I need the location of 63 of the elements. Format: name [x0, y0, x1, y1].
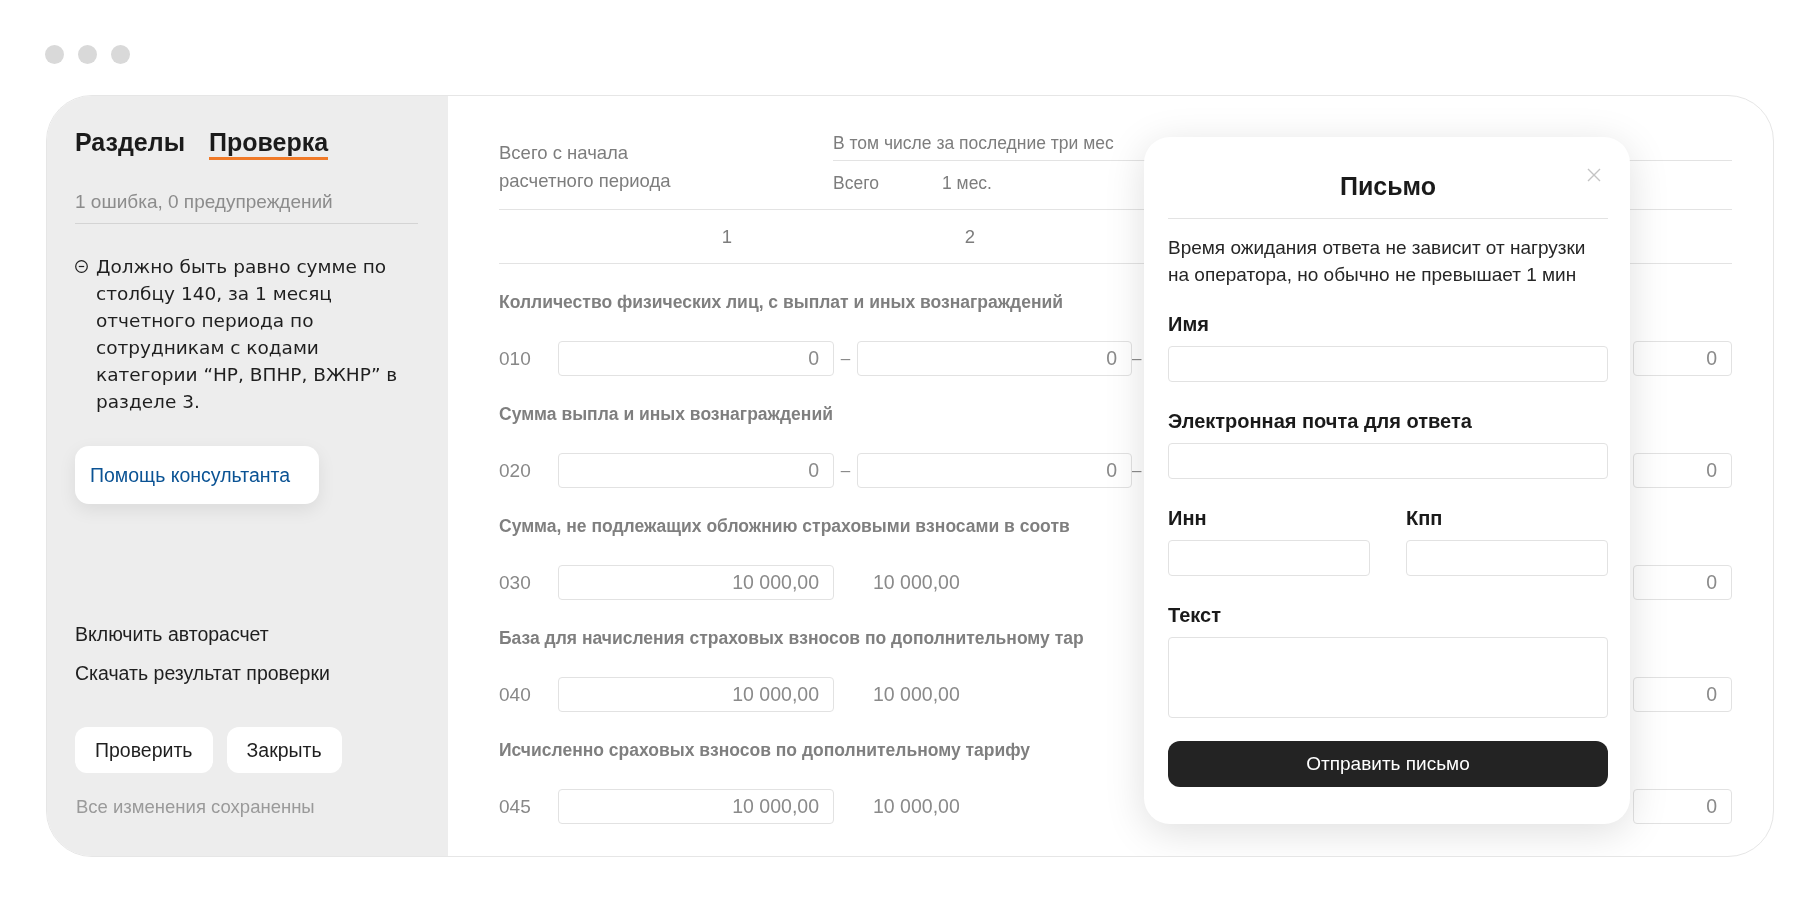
number-field[interactable]: 0 [1633, 789, 1732, 824]
number-field[interactable]: 10 000,00 [558, 789, 834, 824]
action-link[interactable]: Включить авторасчет [75, 622, 269, 646]
dialog-title: Письмо [1339, 171, 1436, 201]
tab[interactable]: Проверка [209, 127, 329, 160]
number-field[interactable]: 0 [1633, 565, 1732, 600]
action-button[interactable]: Закрыть [226, 727, 342, 773]
row-value: 10 000,00 [873, 795, 960, 818]
subcolumn-header: 1 мес. [942, 173, 992, 193]
column-number: 2 [964, 225, 976, 248]
number-field[interactable]: 10 000,00 [558, 677, 834, 712]
tab[interactable]: Разделы [75, 127, 185, 160]
section-label: База для начисления страховых взносов по дополнительному тар [499, 627, 1084, 650]
window-dot-icon[interactable] [45, 45, 64, 64]
subcolumn-header: Всего [833, 173, 879, 193]
row-code: 030 [499, 571, 531, 594]
group-header: В том числе за последние три мес [833, 133, 1114, 153]
help-button[interactable]: Помощь консультанта [75, 446, 319, 504]
input-field[interactable] [1168, 346, 1608, 382]
number-field[interactable]: 0 [558, 341, 834, 376]
number-field[interactable]: 0 [558, 453, 834, 488]
dialog-note: Время ожидания ответа не зависит от нагрузки на оператора, но обычно не превышает 1 мин [1168, 236, 1587, 287]
row-value: 10 000,00 [873, 571, 960, 594]
action-button[interactable]: Проверить [75, 727, 213, 773]
window-dot-icon[interactable] [78, 45, 97, 64]
input-field[interactable] [1168, 540, 1370, 576]
row-code: 010 [499, 347, 531, 370]
number-field[interactable]: 10 000,00 [558, 565, 834, 600]
save-status: Все изменения сохраненны [76, 795, 315, 819]
input-field[interactable] [1168, 443, 1608, 479]
number-field[interactable]: 0 [1633, 453, 1732, 488]
range-dash: – [1132, 460, 1143, 481]
field-label: Кпп [1406, 506, 1443, 530]
input-field[interactable] [1406, 540, 1608, 576]
send-button[interactable]: Отправить письмо [1168, 741, 1608, 787]
row-code: 040 [499, 683, 531, 706]
row-code: 045 [499, 795, 531, 818]
error-summary: 1 ошибка, 0 предупреждений [75, 190, 333, 214]
number-field[interactable]: 0 [857, 341, 1132, 376]
section-label: Сумма, не подлежащих обложнию страховыми взносами в соотв [499, 515, 1070, 538]
field-label: Инн [1168, 506, 1207, 530]
range-dash: – [1132, 348, 1143, 369]
section-label: Исчисленно сраховых взносов по дополнительному тарифу [499, 739, 1031, 762]
row-code: 020 [499, 459, 531, 482]
row-value: 10 000,00 [873, 683, 960, 706]
column-header: Всего с начала расчетного периода [499, 141, 672, 193]
field-label: Текст [1168, 603, 1221, 627]
column-number: 1 [721, 225, 733, 248]
action-link[interactable]: Скачать результат проверки [75, 661, 330, 685]
close-icon[interactable] [1587, 168, 1601, 182]
number-field[interactable]: 0 [857, 453, 1132, 488]
range-dash: – [839, 460, 852, 481]
minus-circle-icon [75, 260, 88, 273]
section-label: Сумма выпла и иных вознаграждений [499, 403, 833, 426]
range-dash: – [839, 348, 852, 369]
field-label: Имя [1168, 312, 1209, 336]
field-label: Электронная почта для ответа [1168, 409, 1472, 433]
number-field[interactable]: 0 [1633, 677, 1732, 712]
number-field[interactable]: 0 [1633, 341, 1732, 376]
section-label: Колличество физических лиц, с выплат и иных вознаграждений [499, 291, 1064, 314]
textarea-field[interactable] [1168, 637, 1608, 718]
error-message: Должно быть равно сумме по столбцу 140, за 1 месяц отчетного периода по сотрудникам с кодами категории “НР, ВПНР, ВЖНР” в разделе 3. [96, 255, 399, 414]
window-dot-icon[interactable] [111, 45, 130, 64]
